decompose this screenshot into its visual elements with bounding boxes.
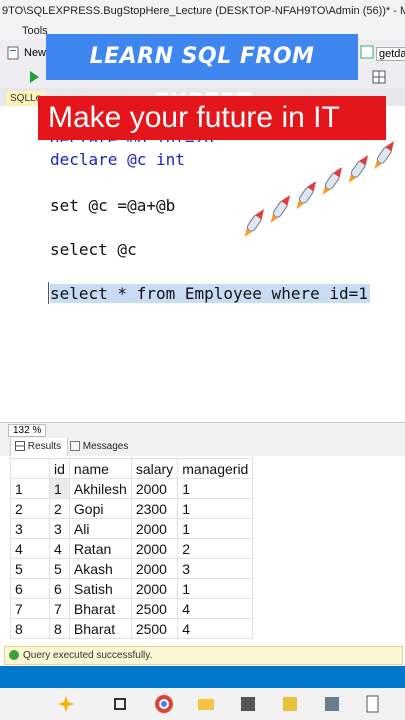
table-row[interactable]: 6 6 Satish 2000 1 <box>10 578 254 599</box>
cell-id[interactable]: 7 <box>49 598 70 619</box>
cell-salary[interactable]: 2000 <box>130 518 179 539</box>
file-icon[interactable] <box>362 694 382 714</box>
rocket-icon <box>244 141 395 237</box>
check-icon <box>9 650 19 661</box>
cell-name[interactable]: Satish <box>68 578 132 599</box>
banner-future-it: Make your future in IT <box>38 96 386 140</box>
results-tabs: Results Messages <box>0 438 405 457</box>
cell-managerid[interactable]: 3 <box>177 558 254 579</box>
cell-salary[interactable]: 2500 <box>130 598 179 619</box>
cell-id[interactable]: 6 <box>49 578 70 599</box>
cell-managerid[interactable]: 1 <box>177 518 254 539</box>
column-header-salary[interactable]: salary <box>130 458 179 479</box>
cell-name[interactable]: Ratan <box>68 538 132 559</box>
tab-results[interactable]: Results <box>10 438 68 456</box>
cell-managerid[interactable]: 1 <box>177 478 254 499</box>
cell-id[interactable]: 8 <box>49 618 70 639</box>
banner-learn-sql: LEARN SQL FROM EXPERT <box>46 34 358 115</box>
row-number[interactable]: 8 <box>10 618 50 639</box>
column-header-name[interactable]: name <box>68 458 132 479</box>
getdate-field[interactable]: getdat <box>376 47 405 61</box>
cell-managerid[interactable]: 1 <box>177 498 254 519</box>
cell-id[interactable]: 5 <box>49 558 70 579</box>
app-icon[interactable] <box>238 694 258 714</box>
code-line-set: set @c =@a+@b <box>50 196 176 215</box>
row-number[interactable]: 3 <box>10 518 50 539</box>
tab-messages[interactable]: Messages <box>66 438 128 456</box>
cell-name[interactable]: Akash <box>68 558 132 579</box>
rockets-decoration <box>244 141 395 237</box>
cell-managerid[interactable]: 4 <box>177 618 254 639</box>
folder-icon[interactable] <box>196 694 216 714</box>
cell-salary[interactable]: 2000 <box>130 558 179 579</box>
cell-id[interactable]: 1 <box>49 478 70 499</box>
table-header-row: id name salary managerid <box>10 458 254 479</box>
table-row[interactable]: 7 7 Bharat 2500 4 <box>10 598 254 619</box>
cell-name[interactable]: Bharat <box>68 598 132 619</box>
chrome-icon[interactable] <box>154 694 174 714</box>
cell-name[interactable]: Akhilesh <box>68 478 132 499</box>
run-icon[interactable] <box>28 70 40 84</box>
cell-name[interactable]: Bharat <box>68 618 132 639</box>
row-number[interactable]: 5 <box>10 558 50 579</box>
cell-salary[interactable]: 2000 <box>130 578 179 599</box>
table-row[interactable]: 1 1 Akhilesh 2000 1 <box>10 478 254 499</box>
results-grid-icon <box>15 441 25 452</box>
window-title: 9TO\SQLEXPRESS.BugStopHere_Lecture (DESK… <box>0 0 405 22</box>
row-number[interactable]: 4 <box>10 538 50 559</box>
row-number[interactable]: 1 <box>10 478 50 499</box>
code-line-query-selected: select * from Employee where id=1 <box>50 284 370 303</box>
grid-icon[interactable] <box>372 70 386 84</box>
table-row[interactable]: 3 3 Ali 2000 1 <box>10 518 254 539</box>
new-query-label[interactable]: New <box>24 47 46 59</box>
ssms-icon[interactable] <box>280 694 300 714</box>
cell-name[interactable]: Ali <box>68 518 132 539</box>
code-line-declare-c: declare @c int <box>50 150 185 169</box>
cell-salary[interactable]: 2300 <box>130 498 179 519</box>
row-number[interactable]: 2 <box>10 498 50 519</box>
copilot-icon[interactable] <box>56 694 76 714</box>
cell-salary[interactable]: 2000 <box>130 538 179 559</box>
table-icon[interactable] <box>360 45 374 59</box>
cell-id[interactable]: 3 <box>49 518 70 539</box>
query-status: Query executed successfully. <box>4 646 403 665</box>
code-line-select-c: select @c <box>50 240 137 259</box>
messages-icon <box>70 441 80 452</box>
cell-id[interactable]: 4 <box>49 538 70 559</box>
text-cursor <box>48 282 49 304</box>
table-row[interactable]: 2 2 Gopi 2300 1 <box>10 498 254 519</box>
zoom-level[interactable]: 132 % <box>8 424 47 437</box>
column-header-managerid[interactable]: managerid <box>177 458 254 479</box>
cell-name[interactable]: Gopi <box>68 498 132 519</box>
menu-tools[interactable]: Tools <box>22 25 48 37</box>
task-view-icon[interactable] <box>112 694 132 714</box>
cell-id[interactable]: 2 <box>49 498 70 519</box>
table-row[interactable]: 5 5 Akash 2000 3 <box>10 558 254 579</box>
tools-icon[interactable] <box>322 694 342 714</box>
taskbar <box>0 688 405 720</box>
table-row[interactable]: 8 8 Bharat 2500 4 <box>10 618 254 639</box>
results-grid[interactable]: id name salary managerid 1 1 Akhilesh 2000 1… <box>0 456 405 646</box>
cell-managerid[interactable]: 2 <box>177 538 254 559</box>
status-bar <box>0 666 405 688</box>
table-row[interactable]: 4 4 Ratan 2000 2 <box>10 538 254 559</box>
new-query-icon[interactable] <box>6 46 20 60</box>
cell-salary[interactable]: 2000 <box>130 478 179 499</box>
row-number[interactable]: 6 <box>10 578 50 599</box>
results-table: id name salary managerid 1 1 Akhilesh 2000 1… <box>10 458 254 639</box>
row-number-header <box>10 458 50 479</box>
row-number[interactable]: 7 <box>10 598 50 619</box>
cell-managerid[interactable]: 4 <box>177 598 254 619</box>
cell-managerid[interactable]: 1 <box>177 578 254 599</box>
column-header-id[interactable]: id <box>49 458 70 479</box>
cell-salary[interactable]: 2500 <box>130 618 179 639</box>
